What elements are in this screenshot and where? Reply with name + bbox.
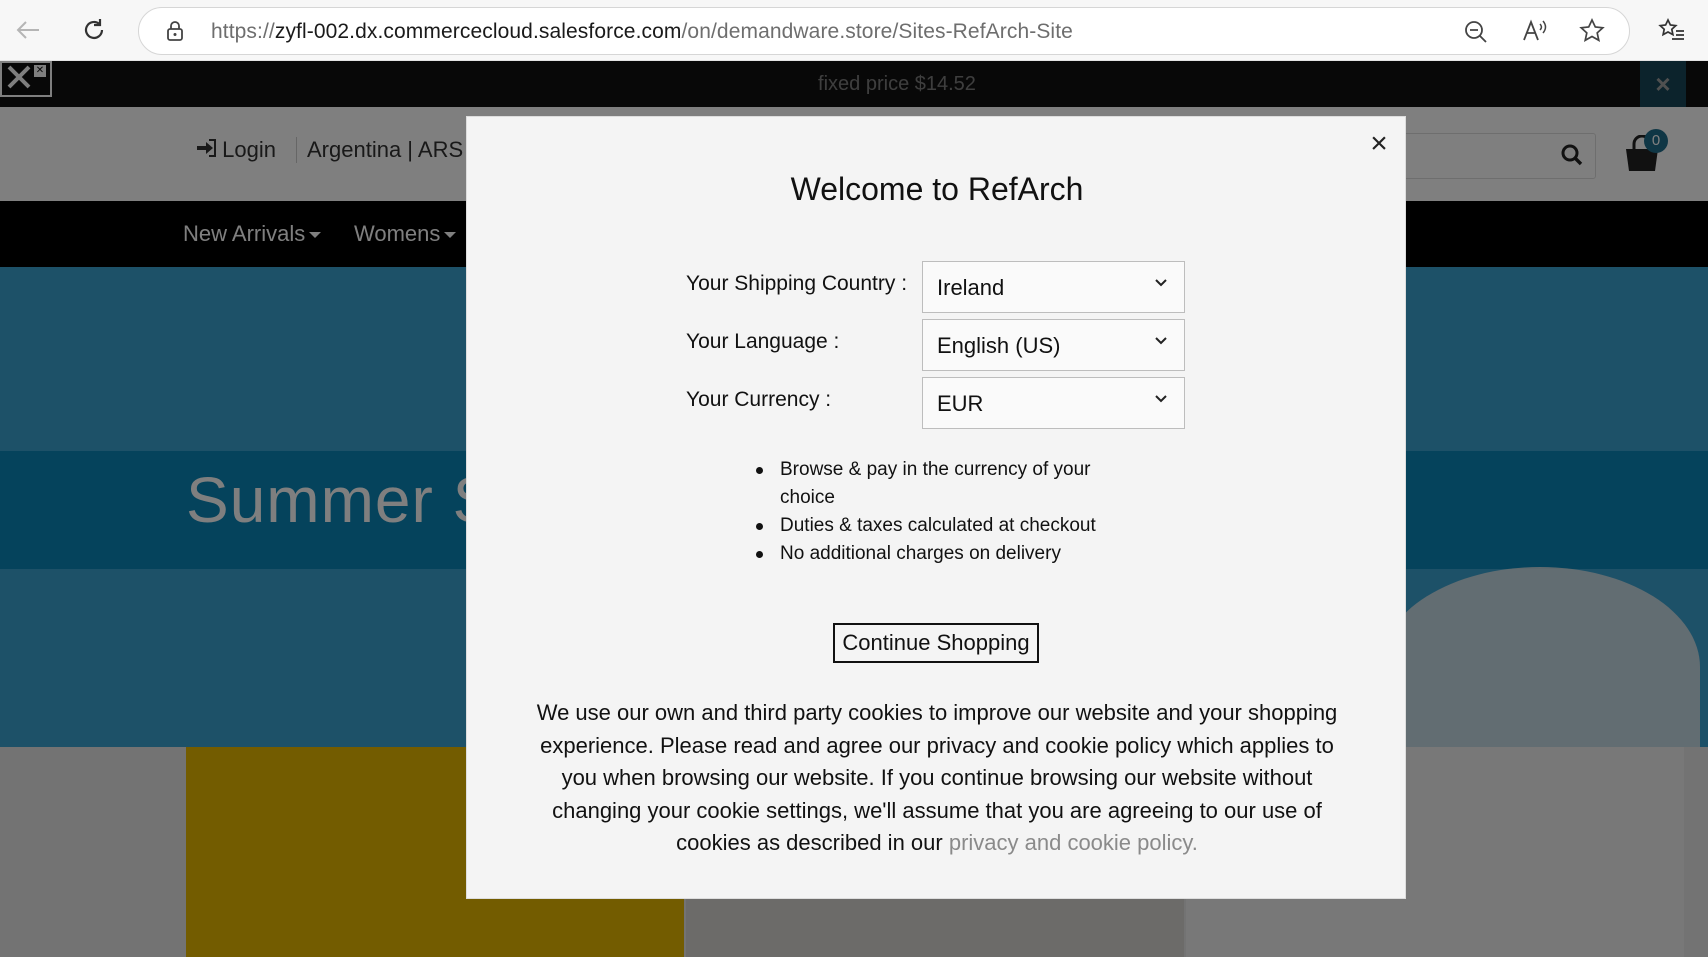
benefit-text: Duties & taxes calculated at checkout: [780, 515, 1096, 536]
continue-shopping-button[interactable]: Continue Shopping: [833, 623, 1039, 663]
chevron-down-icon: [1155, 395, 1167, 403]
back-arrow-icon[interactable]: [10, 12, 46, 48]
modal-title: Welcome to RefArch: [790, 171, 1084, 207]
url-host: zyfl-002.dx.commercecloud.salesforce.com: [274, 20, 682, 43]
modal-close-button[interactable]: ×: [1365, 129, 1393, 159]
language-label: Your Language :: [686, 330, 840, 353]
currency-value: EUR: [937, 391, 984, 416]
bullet: [756, 551, 763, 558]
benefit-text: Browse & pay in the currency of your cho…: [780, 459, 1091, 508]
read-aloud-icon[interactable]: [1521, 18, 1549, 49]
bullet: [756, 523, 763, 530]
chevron-down-icon: [1155, 279, 1167, 287]
shipping-country-select[interactable]: Ireland: [922, 261, 1185, 313]
welcome-modal: × Welcome to RefArch Your Shipping Count…: [466, 116, 1406, 899]
benefits-list: Browse & pay in the currency of your cho…: [756, 456, 1140, 568]
privacy-policy-link[interactable]: privacy and cookie policy.: [949, 830, 1198, 855]
shipping-country-label: Your Shipping Country :: [686, 272, 908, 295]
url-text[interactable]: https://zyfl-002.dx.commercecloud.salesf…: [211, 20, 1073, 44]
url-path: /on/demandware.store/Sites-RefArch-Site: [681, 20, 1073, 43]
address-bar[interactable]: https://zyfl-002.dx.commercecloud.salesf…: [138, 7, 1630, 55]
benefit-item: No additional charges on delivery: [756, 540, 1140, 568]
reload-icon[interactable]: [76, 12, 112, 48]
cookie-notice: We use our own and third party cookies t…: [521, 697, 1353, 860]
favorite-star-icon[interactable]: [1579, 18, 1605, 49]
url-prefix: https://: [211, 20, 275, 43]
zoom-out-icon[interactable]: [1463, 19, 1489, 50]
benefit-item: Duties & taxes calculated at checkout: [756, 512, 1140, 540]
language-select[interactable]: English (US): [922, 319, 1185, 371]
lock-icon[interactable]: [165, 20, 185, 47]
favorites-list-icon[interactable]: [1654, 12, 1690, 48]
browser-toolbar: https://zyfl-002.dx.commercecloud.salesf…: [0, 0, 1708, 61]
currency-select[interactable]: EUR: [922, 377, 1185, 429]
benefit-text: No additional charges on delivery: [780, 543, 1061, 564]
language-value: English (US): [937, 333, 1061, 358]
chevron-down-icon: [1155, 337, 1167, 345]
bullet: [756, 467, 763, 474]
shipping-country-value: Ireland: [937, 275, 1005, 300]
cookie-notice-text: We use our own and third party cookies t…: [536, 700, 1338, 855]
currency-label: Your Currency :: [686, 388, 832, 411]
benefit-item: Browse & pay in the currency of your cho…: [756, 456, 1140, 512]
